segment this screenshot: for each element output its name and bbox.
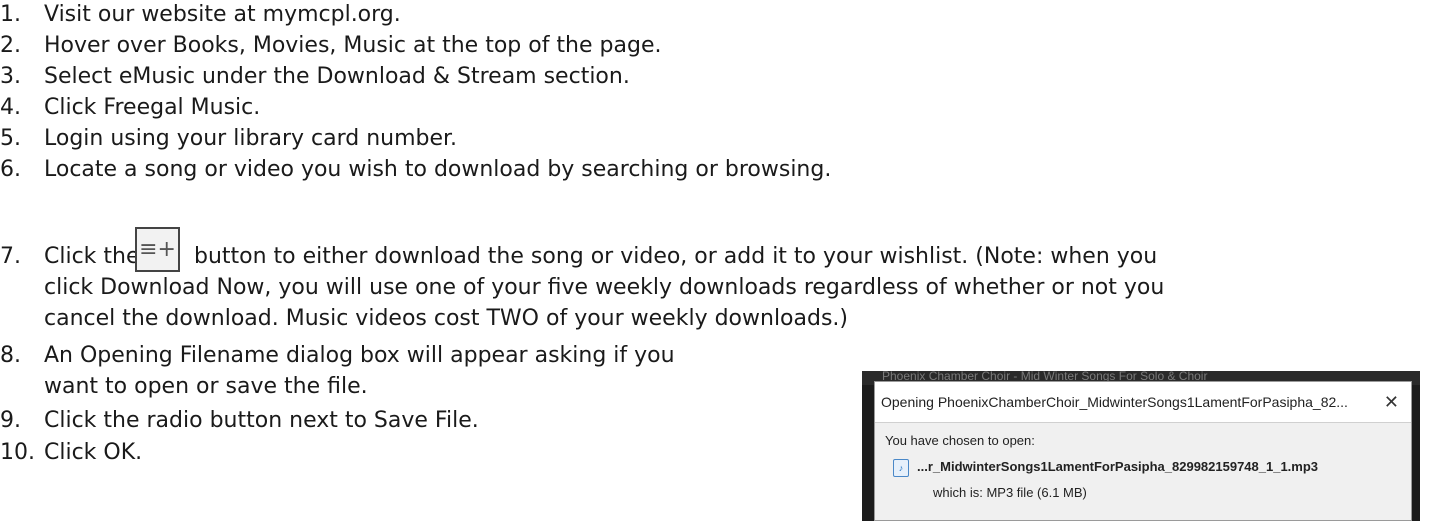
step-7-cont-2: cancel the download. Music videos cost T…: [44, 306, 848, 331]
add-to-wishlist-button: ≡+: [135, 227, 180, 272]
dialog-titlebar: Opening PhoenixChamberChoir_MidwinterSon…: [875, 382, 1411, 423]
file-type: which is: MP3 file (6.1 MB): [933, 485, 1087, 500]
open-file-dialog-screenshot: Phoenix Chamber Choir - Mid Winter Songs…: [862, 371, 1420, 521]
audio-file-icon: ♪: [893, 459, 909, 477]
chosen-label: You have chosen to open:: [885, 433, 1035, 448]
dialog-body: You have chosen to open: ♪ ...r_Midwinte…: [875, 423, 1411, 520]
step-8-cont: want to open or save the file.: [44, 374, 368, 399]
step-7-text-after: button to either download the song or vi…: [194, 244, 1158, 269]
dialog-title: Opening PhoenixChamberChoir_MidwinterSon…: [881, 394, 1348, 410]
file-name: ...r_MidwinterSongs1LamentForPasipha_829…: [917, 459, 1319, 474]
list-plus-icon: ≡+: [139, 237, 176, 262]
dialog-window: Opening PhoenixChamberChoir_MidwinterSon…: [874, 381, 1412, 521]
step-7-cont-1: click Download Now, you will use one of …: [44, 275, 1165, 300]
close-icon[interactable]: ✕: [1384, 382, 1399, 422]
